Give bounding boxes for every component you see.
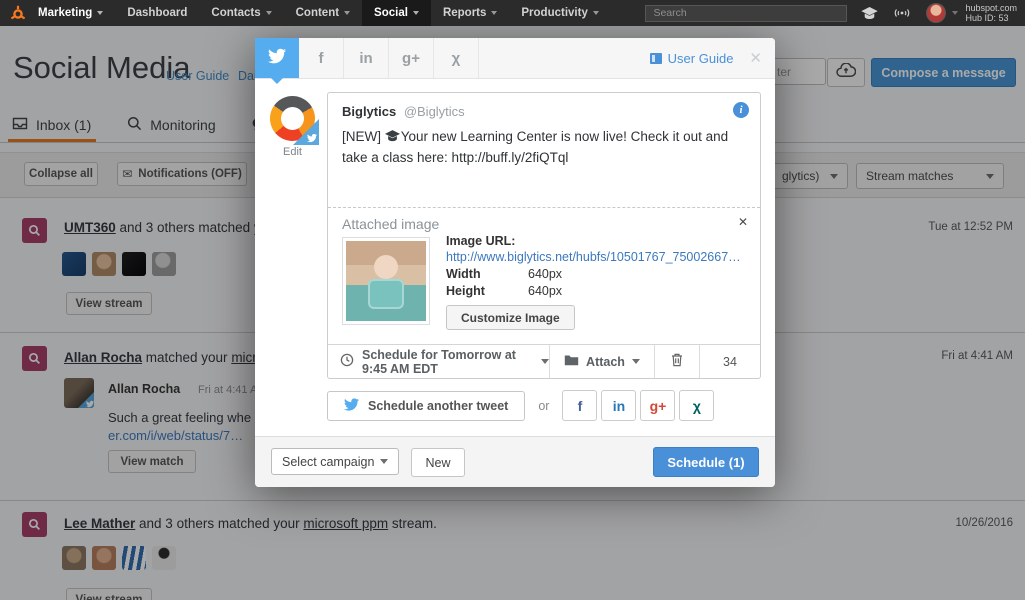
tab-facebook[interactable]: f — [299, 38, 344, 78]
account-hub-id: Hub ID: 53 — [965, 13, 1009, 23]
xing-icon: χ — [451, 49, 461, 67]
nav-item-social[interactable]: Social — [362, 0, 431, 26]
hubspot-social-app: Marketing Dashboard Contacts Content Soc… — [0, 0, 1025, 600]
twitter-icon — [344, 397, 360, 415]
image-url-link[interactable]: http://www.biglytics.net/hubfs/10501767_… — [446, 250, 746, 264]
chevron-down-icon — [412, 11, 419, 15]
user-guide-label: User Guide — [667, 50, 734, 66]
character-count: 34 — [699, 345, 760, 378]
share-xing-button[interactable]: χ — [679, 390, 715, 421]
schedule-bar: Schedule for Tomorrow at 9:45 AM EDT Att… — [328, 344, 760, 378]
linkedin-icon: in — [359, 49, 373, 67]
width-value: 640px — [528, 267, 563, 281]
tab-googleplus[interactable]: g+ — [389, 38, 434, 78]
nav-item-label: Social — [374, 7, 408, 19]
network-tabs: f in g+ χ User Guide ✕ — [255, 38, 775, 84]
schedule-another-label: Schedule another tweet — [368, 398, 509, 413]
chevron-down-icon — [541, 359, 549, 364]
nav-item-label: Content — [295, 7, 340, 19]
user-avatar[interactable] — [926, 3, 947, 23]
nav-item-dashboard[interactable]: Dashboard — [115, 0, 199, 26]
googleplus-icon: g+ — [402, 49, 420, 67]
broadcast-icon[interactable] — [892, 6, 912, 20]
biglytics-avatar[interactable] — [270, 96, 319, 145]
chevron-down-icon[interactable] — [952, 11, 959, 15]
nav-item-label: Dashboard — [127, 7, 188, 19]
attached-image-title: Attached image — [342, 216, 440, 232]
trash-icon — [671, 353, 683, 370]
chevron-down-icon — [380, 459, 388, 464]
search-input[interactable] — [645, 4, 848, 22]
folder-icon — [564, 354, 579, 369]
schedule-another-tweet-button[interactable]: Schedule another tweet — [327, 390, 526, 421]
tabs-spacer — [479, 38, 650, 78]
compose-modal: f in g+ χ User Guide ✕ Edit Biglytics @B… — [255, 38, 775, 487]
nav-item-label: Reports — [442, 7, 487, 19]
attachment-thumbnail[interactable] — [342, 237, 430, 325]
book-icon — [649, 52, 662, 64]
modal-footer: Select campaign New Schedule (1) — [255, 436, 775, 487]
tweet-preview[interactable]: Biglytics @Biglytics i [NEW] Your new Le… — [328, 93, 760, 207]
remove-attachment-icon[interactable]: ✕ — [738, 215, 748, 229]
chevron-down-icon — [344, 11, 351, 15]
campaign-value: Select campaign — [282, 454, 375, 469]
nav-item-content[interactable]: Content — [284, 0, 362, 26]
height-row: Height 640px — [446, 284, 563, 298]
height-value: 640px — [528, 284, 563, 298]
info-icon[interactable]: i — [733, 102, 749, 118]
twitter-icon — [268, 47, 287, 69]
clock-icon — [340, 353, 354, 370]
account-info: hubspot.com Hub ID: 53 — [965, 3, 1017, 24]
graduation-cap-icon — [384, 128, 400, 148]
academy-graduation-cap-icon[interactable] — [861, 6, 879, 20]
width-row: Width 640px — [446, 267, 563, 281]
nav-item-label: Productivity — [521, 7, 588, 19]
hubspot-sprocket-icon[interactable] — [10, 5, 26, 21]
schedule-time-dropdown[interactable]: Schedule for Tomorrow at 9:45 AM EDT — [328, 345, 549, 378]
attached-image-section: Attached image ✕ Image URL: http://www.b… — [328, 207, 760, 344]
nav-item-contacts[interactable]: Contacts — [199, 0, 283, 26]
close-icon[interactable]: ✕ — [749, 38, 762, 78]
logo-center — [281, 107, 304, 130]
nav-item-productivity[interactable]: Productivity — [509, 0, 610, 26]
image-url-label: Image URL: — [446, 234, 516, 248]
tweet-author-line: Biglytics @Biglytics — [342, 104, 746, 119]
chevron-down-icon — [491, 11, 498, 15]
share-facebook-button[interactable]: f — [562, 390, 598, 421]
tweet-handle: @Biglytics — [403, 104, 465, 119]
new-campaign-button[interactable]: New — [411, 448, 465, 477]
attachment-details: Image URL: http://www.biglytics.net/hubf… — [446, 234, 746, 298]
chevron-down-icon — [265, 11, 272, 15]
attach-dropdown[interactable]: Attach — [549, 345, 654, 378]
tab-twitter[interactable] — [255, 38, 299, 84]
tweet-author: Biglytics — [342, 104, 397, 119]
customize-image-button[interactable]: Customize Image — [446, 305, 575, 330]
nav-item-label: Marketing — [38, 7, 93, 19]
select-campaign-dropdown[interactable]: Select campaign — [271, 448, 399, 475]
tweet-text[interactable]: [NEW] Your new Learning Center is now li… — [342, 127, 742, 168]
account-domain: hubspot.com — [965, 2, 1017, 13]
facebook-icon: f — [318, 49, 324, 67]
edit-avatar-link[interactable]: Edit — [270, 146, 315, 158]
chevron-down-icon — [631, 359, 640, 364]
share-linkedin-button[interactable]: in — [601, 390, 637, 421]
attachment-image — [346, 241, 426, 321]
delete-button[interactable] — [654, 345, 699, 378]
schedule-label: Schedule for Tomorrow at 9:45 AM EDT — [362, 347, 516, 376]
share-row: Schedule another tweet or f in g+ χ — [327, 390, 718, 421]
share-googleplus-button[interactable]: g+ — [640, 390, 676, 421]
chevron-down-icon — [97, 11, 104, 15]
nav-item-reports[interactable]: Reports — [431, 0, 509, 26]
schedule-submit-button[interactable]: Schedule (1) — [653, 447, 759, 477]
tweet-editor: Biglytics @Biglytics i [NEW] Your new Le… — [327, 92, 761, 379]
top-navbar: Marketing Dashboard Contacts Content Soc… — [0, 0, 1025, 26]
tab-linkedin[interactable]: in — [344, 38, 389, 78]
nav-item-marketing[interactable]: Marketing — [26, 0, 115, 26]
tab-xing[interactable]: χ — [434, 38, 479, 78]
attach-label: Attach — [586, 354, 625, 369]
chevron-down-icon — [592, 11, 599, 15]
modal-user-guide-link[interactable]: User Guide — [649, 38, 734, 78]
or-label: or — [538, 398, 550, 413]
nav-item-label: Contacts — [211, 7, 261, 19]
